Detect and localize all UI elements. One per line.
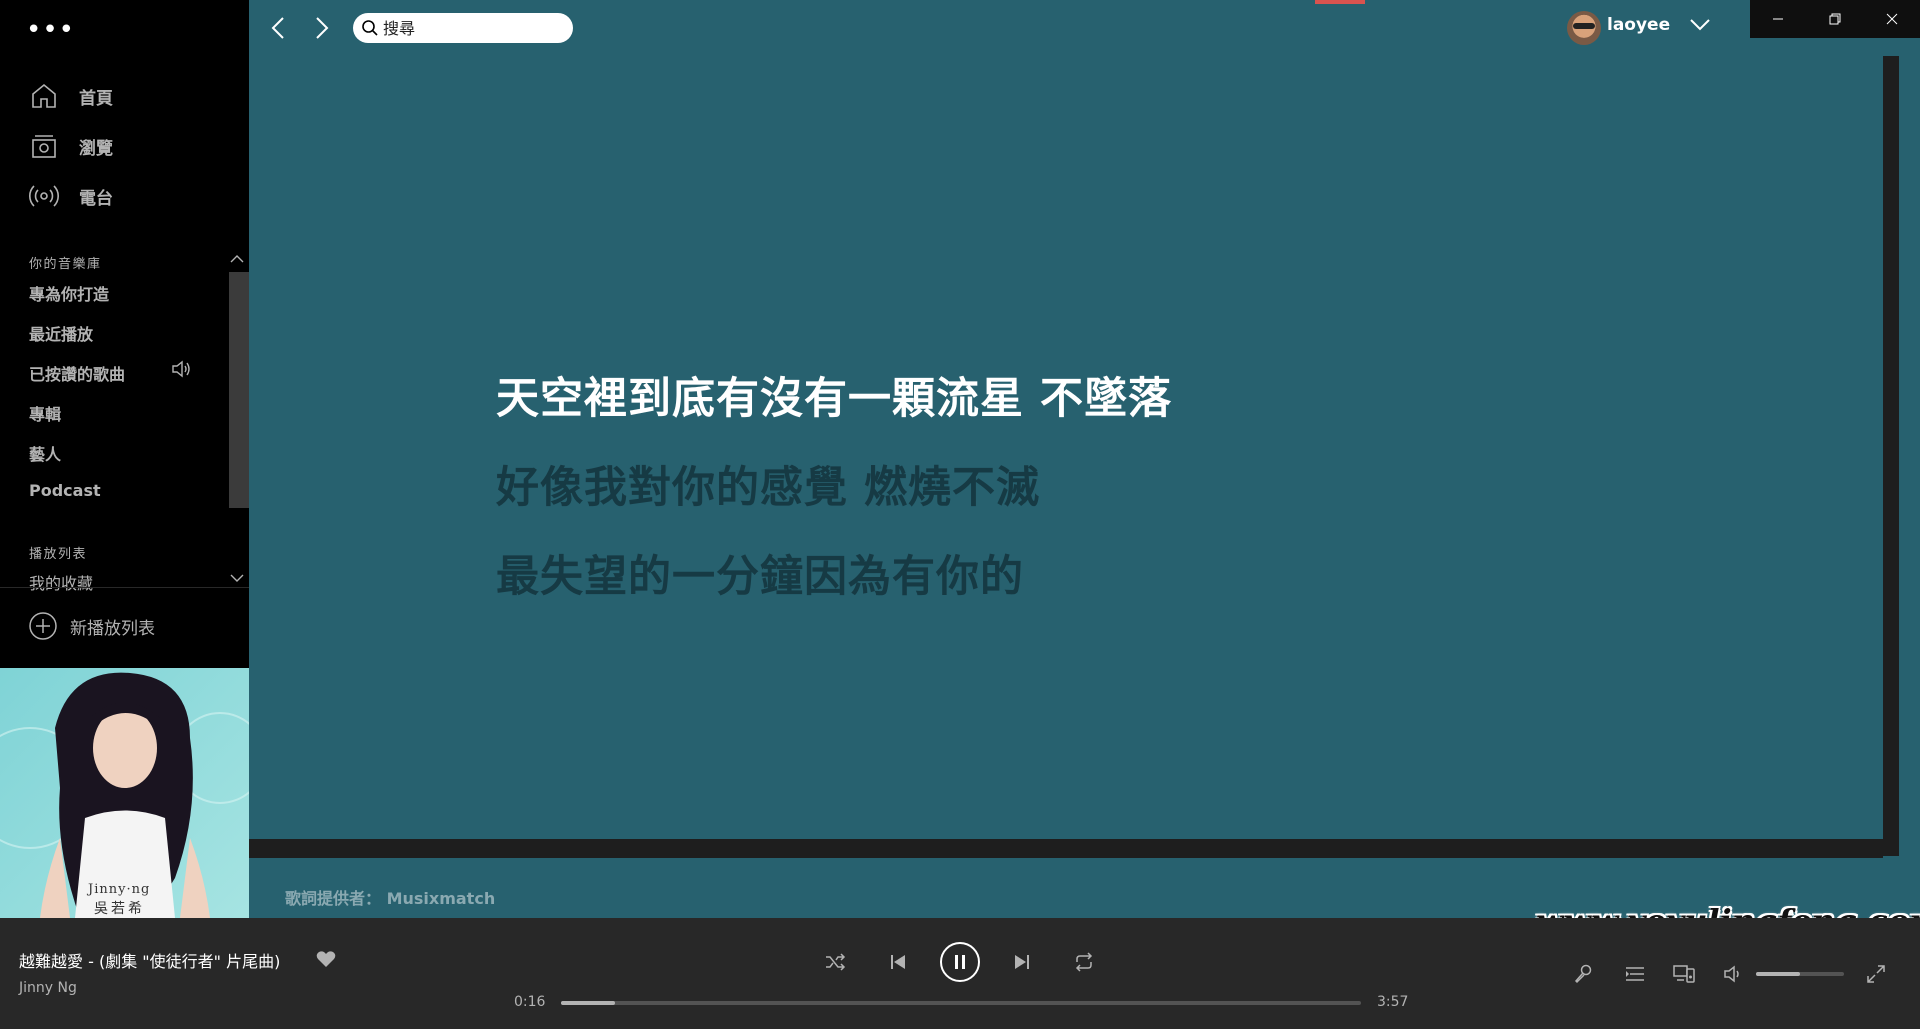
- next-track-icon[interactable]: [1013, 953, 1031, 971]
- sidebar-item-label: 電台: [79, 188, 113, 209]
- search-input[interactable]: [379, 18, 553, 38]
- search-icon: [362, 20, 378, 36]
- player-bar: 越難越愛 - (劇集 "使徒行者" 片尾曲) Jinny Ng 0:16 3:5…: [0, 918, 1920, 1029]
- new-playlist-button[interactable]: 新播放列表: [28, 611, 155, 641]
- elapsed-time: 0:16: [514, 994, 546, 1010]
- sidebar-item-home[interactable]: 首頁: [29, 79, 113, 113]
- notification-marker: [1315, 0, 1365, 4]
- sidebar-item-label: 首頁: [79, 88, 113, 109]
- close-button[interactable]: [1863, 0, 1920, 38]
- library-section-label: 你的音樂庫: [29, 257, 102, 272]
- lyric-line: 好像我對你的感覺 燃燒不滅: [496, 463, 1040, 513]
- plus-circle-icon: [29, 612, 57, 640]
- chevron-up-icon[interactable]: [230, 254, 244, 264]
- track-title[interactable]: 越難越愛 - (劇集 "使徒行者" 片尾曲): [19, 948, 280, 972]
- previous-track-icon[interactable]: [889, 953, 907, 971]
- track-artist[interactable]: Jinny Ng: [19, 980, 77, 996]
- library-item-albums[interactable]: 專輯: [29, 401, 61, 425]
- progress-fill: [561, 1001, 615, 1005]
- pause-button[interactable]: [940, 942, 980, 982]
- sidebar: ••• 首頁 瀏覽 電台 你的音樂庫 專為你打造 最近播放 已按讚的歌曲 專輯 …: [0, 0, 249, 918]
- chevron-down-icon[interactable]: [230, 573, 244, 583]
- window-controls: [1750, 0, 1920, 38]
- scrollbar-track[interactable]: [1883, 56, 1899, 856]
- minimize-button[interactable]: [1750, 0, 1807, 38]
- sidebar-item-label: 瀏覽: [79, 138, 113, 159]
- fullscreen-icon[interactable]: [1866, 964, 1886, 984]
- sidebar-scrollbar[interactable]: [229, 272, 249, 508]
- queue-icon[interactable]: [1624, 964, 1646, 984]
- heart-icon[interactable]: [316, 950, 336, 968]
- home-icon: [32, 83, 56, 108]
- restore-button[interactable]: [1807, 0, 1864, 38]
- playlists-section-label: 播放列表: [29, 547, 88, 562]
- minimize-icon: [1773, 18, 1784, 20]
- volume-icon[interactable]: [1723, 964, 1743, 984]
- volume-slider[interactable]: [1756, 972, 1844, 976]
- progress-bar[interactable]: [561, 1001, 1361, 1005]
- lyric-line: 最失望的一分鐘因為有你的: [496, 552, 1024, 602]
- lyric-line-current: 天空裡到底有沒有一顆流星 不墜落: [496, 374, 1172, 424]
- library-item-liked-songs[interactable]: 已按讚的歌曲: [29, 361, 125, 385]
- app-menu-button[interactable]: •••: [26, 17, 75, 43]
- close-icon: [1886, 13, 1898, 25]
- library-item-made-for-you[interactable]: 專為你打造: [29, 281, 109, 305]
- restore-icon: [1829, 13, 1841, 25]
- horizontal-divider: [249, 839, 1883, 858]
- connect-device-icon[interactable]: [1673, 963, 1695, 985]
- radio-icon: [29, 185, 59, 207]
- new-playlist-label: 新播放列表: [70, 618, 155, 639]
- playlist-item[interactable]: 我的收藏: [29, 570, 93, 594]
- album-cover[interactable]: Jinny·ng 吳若希: [0, 668, 249, 918]
- library-item-artists[interactable]: 藝人: [29, 441, 61, 465]
- back-arrow-icon[interactable]: [267, 14, 291, 42]
- lyrics-credit: 歌詞提供者： Musixmatch: [285, 889, 496, 908]
- cover-chinese-name: 吳若希: [94, 901, 145, 917]
- username[interactable]: laoyee: [1607, 15, 1670, 35]
- pause-icon: [955, 955, 965, 969]
- album-art-image: [0, 668, 249, 918]
- search-box[interactable]: [353, 13, 573, 43]
- browse-icon: [32, 135, 56, 158]
- volume-fill: [1756, 972, 1800, 976]
- lyrics-view: laoyee 天空裡到底有沒有一顆流星 不墜落 好像我對你的感覺 燃燒不滅 最失…: [249, 0, 1920, 940]
- cover-artist-text: Jinny·ng: [88, 882, 151, 897]
- duration-time: 3:57: [1377, 994, 1409, 1010]
- now-playing-speaker-icon: [172, 360, 190, 378]
- sidebar-item-browse[interactable]: 瀏覽: [29, 129, 113, 163]
- chevron-down-icon[interactable]: [1689, 18, 1711, 32]
- forward-arrow-icon[interactable]: [309, 14, 333, 42]
- divider: [0, 587, 249, 588]
- library-item-podcast[interactable]: Podcast: [29, 481, 101, 500]
- library-item-recently-played[interactable]: 最近播放: [29, 321, 93, 345]
- repeat-icon[interactable]: [1073, 952, 1095, 972]
- avatar[interactable]: [1567, 11, 1601, 45]
- shuffle-icon[interactable]: [824, 952, 846, 972]
- sidebar-item-radio[interactable]: 電台: [29, 179, 113, 213]
- microphone-lyrics-icon[interactable]: [1573, 964, 1593, 984]
